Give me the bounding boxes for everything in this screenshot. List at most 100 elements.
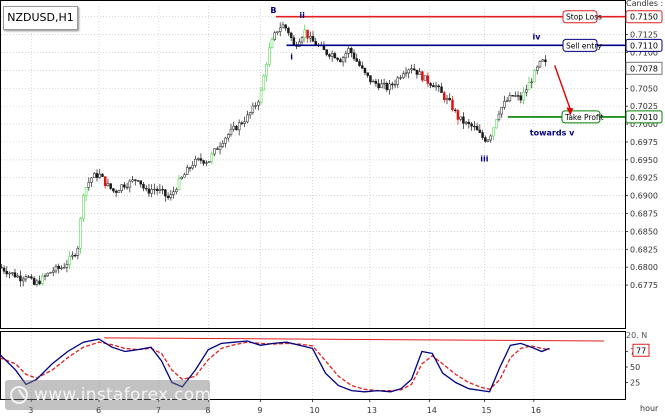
level-price-label: 0.7010 <box>630 113 658 122</box>
candle-body <box>103 176 107 186</box>
candle-body <box>257 101 260 106</box>
candle-body <box>19 275 22 282</box>
candle-body <box>246 114 249 123</box>
wave-label: iii <box>480 154 488 163</box>
candle-body <box>191 165 194 169</box>
candle-body <box>265 64 268 77</box>
level-price-label: 0.7150 <box>630 13 658 22</box>
candle-body <box>202 160 205 164</box>
candle-body <box>32 277 36 285</box>
candle-body <box>284 24 287 29</box>
candle-body <box>2 267 6 272</box>
candle-body <box>470 123 473 127</box>
candle-body <box>35 280 39 285</box>
wave-label: B <box>270 6 276 15</box>
candle-body <box>429 83 432 86</box>
candle-body <box>459 116 462 120</box>
candle-body <box>522 91 525 101</box>
candle-body <box>164 189 167 197</box>
candle-body <box>82 195 85 219</box>
candle-body <box>306 29 309 39</box>
candle-body <box>161 189 164 191</box>
candle-body <box>41 275 44 285</box>
candle-body <box>544 59 547 62</box>
candle-body <box>128 180 132 188</box>
candle-body <box>421 71 424 81</box>
candle-body <box>530 81 534 83</box>
price-panel-frame <box>0 0 626 329</box>
candle-body <box>366 72 369 76</box>
instaforex-logo-icon <box>10 386 28 404</box>
candle-body <box>251 105 255 113</box>
price-tick-label: 0.6975 <box>630 138 658 147</box>
candle-body <box>144 187 148 190</box>
symbol-label: NZDUSD,H1 <box>3 6 78 30</box>
level-price-label: 0.7110 <box>630 41 658 50</box>
candle-body <box>240 122 244 124</box>
candle-body <box>8 272 11 275</box>
candle-body <box>65 264 69 268</box>
candle-body <box>136 180 140 182</box>
candle-body <box>363 67 367 74</box>
candle-body <box>254 105 257 107</box>
candle-body <box>341 57 345 63</box>
price-tick-label: 0.6925 <box>630 174 658 183</box>
candle-body <box>216 148 219 150</box>
candle-body <box>153 188 156 191</box>
candle-body <box>262 75 266 91</box>
chart-canvas: 0.71500.71250.71000.70780.70500.70250.70… <box>0 0 663 415</box>
candle-body <box>300 37 304 43</box>
candle-body <box>350 47 353 54</box>
candle-body <box>259 89 263 103</box>
price-tick-label: 0.6950 <box>630 156 658 165</box>
candle-body <box>437 85 441 88</box>
candle-body <box>516 95 520 97</box>
candle-body <box>109 183 112 189</box>
candle-body <box>303 29 307 38</box>
candle-body <box>519 95 523 101</box>
candle-body <box>114 190 118 193</box>
candle-body <box>185 167 189 175</box>
osc-tick-label: 50 <box>630 363 640 372</box>
candle-body <box>213 148 216 155</box>
candle-body <box>410 68 413 71</box>
candle-body <box>514 95 517 97</box>
candle-body <box>399 77 402 79</box>
candle-body <box>68 256 71 265</box>
candle-body <box>426 75 430 84</box>
price-tick-label: 0.6825 <box>630 245 658 254</box>
candle-body <box>355 58 359 62</box>
candle-body <box>270 39 274 49</box>
candle-body <box>112 188 115 192</box>
candle-body <box>511 95 514 97</box>
candle-body <box>224 137 227 144</box>
candle-body <box>440 86 443 93</box>
candle-body <box>478 129 482 133</box>
level-label: Sell entry <box>566 41 602 50</box>
wave-label: towards v <box>530 129 575 138</box>
candle-body <box>52 270 55 273</box>
candle-body <box>503 100 506 108</box>
price-tick-label: 0.6900 <box>630 192 658 201</box>
candle-body <box>535 66 539 71</box>
candle-body <box>125 186 129 189</box>
candles-label: Candles : N <box>626 0 665 8</box>
time-tick-label: 13 <box>367 406 377 415</box>
candle-body <box>38 280 41 285</box>
candle-body <box>0 266 3 269</box>
candle-body <box>30 276 33 279</box>
candle-body <box>358 61 361 66</box>
candle-body <box>423 75 427 81</box>
candle-body <box>205 162 208 164</box>
candle-body <box>232 125 235 130</box>
candle-body <box>492 127 495 137</box>
candle-body <box>339 59 342 63</box>
candle-body <box>131 179 134 182</box>
candle-body <box>57 265 60 269</box>
candle-body <box>27 276 30 278</box>
candle-body <box>489 135 493 141</box>
price-tick-label: 0.6800 <box>630 263 658 272</box>
candle-body <box>481 132 484 138</box>
wave-label: i <box>290 53 293 62</box>
candle-body <box>210 153 214 162</box>
